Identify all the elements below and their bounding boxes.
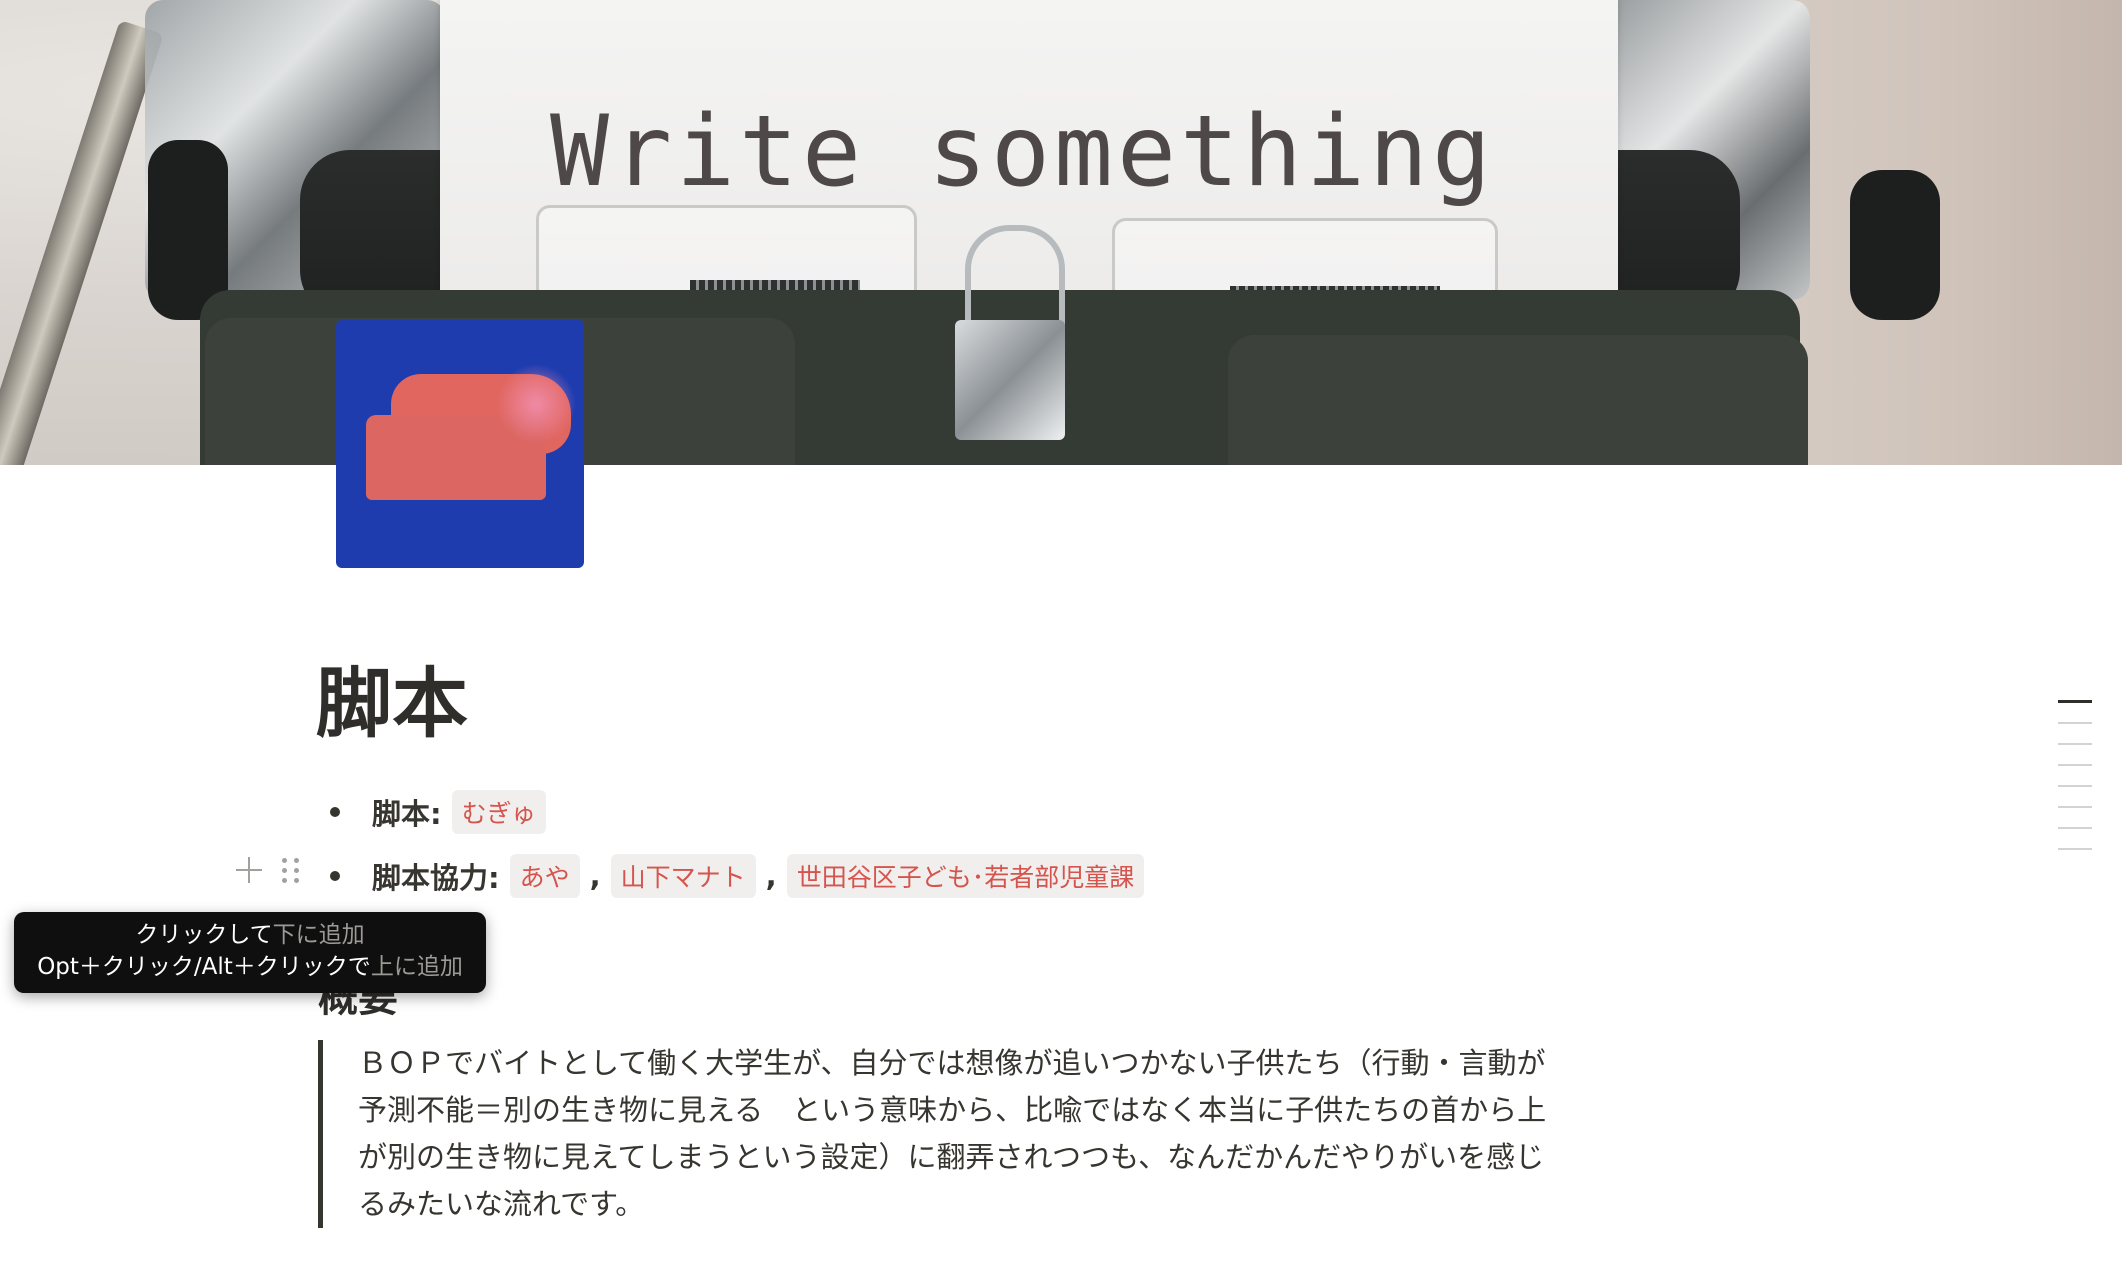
table-of-contents-rail[interactable] — [2058, 700, 2092, 869]
mention-tag[interactable]: むぎゅ — [451, 790, 546, 834]
quote-line: ＢＯＰでバイトとして働く大学生が、自分では想像が追いつかない子供たち（行動・言動… — [358, 1046, 1546, 1080]
cover-image[interactable]: Write something — [0, 0, 2122, 465]
plus-icon[interactable] — [234, 855, 264, 885]
property-label: 脚本協力: — [372, 861, 500, 895]
property-label: 脚本: — [372, 797, 442, 831]
list-item-script-cooperation[interactable]: 脚本協力: あや , 山下マナト , 世田谷区子ども･若者部児童課 — [330, 854, 1148, 898]
bullet-icon — [330, 807, 340, 817]
quote-line: が別の生き物に見えてしまうという設定）に翻弄されつつも、なんだかんだやりがいを感… — [358, 1140, 1545, 1174]
tooltip-line-1: クリックして下に追加 — [14, 919, 486, 951]
toc-mark[interactable] — [2058, 722, 2092, 724]
bullet-icon — [330, 871, 340, 881]
toc-mark[interactable] — [2058, 848, 2092, 850]
mention-tag[interactable]: あや — [509, 854, 580, 898]
typewriter-lever — [0, 20, 164, 465]
toc-mark[interactable] — [2058, 806, 2092, 808]
cover-paper-text: Write something — [550, 95, 1496, 209]
tooltip-text-dim: 上に追加 — [370, 954, 463, 980]
add-block-tooltip: クリックして下に追加 Opt＋クリック/Alt＋クリックで上に追加 — [14, 912, 486, 993]
quote-line: 予測不能＝別の生き物に見える という意味から、比喩ではなく本当に子供たちの首から… — [358, 1093, 1547, 1127]
tooltip-line-2: Opt＋クリック/Alt＋クリックで上に追加 — [14, 951, 486, 983]
block-handles — [234, 855, 302, 885]
tag-separator: , — [765, 859, 777, 893]
toc-mark[interactable] — [2058, 764, 2092, 766]
toc-mark[interactable] — [2058, 827, 2092, 829]
quote-line: るみたいな流れです。 — [358, 1187, 645, 1221]
toc-mark[interactable] — [2058, 700, 2092, 703]
mention-tag[interactable]: 山下マナト — [610, 854, 756, 898]
tag-separator: , — [589, 859, 601, 893]
mention-tag[interactable]: 世田谷区子ども･若者部児童課 — [786, 854, 1145, 898]
quote-block[interactable]: ＢＯＰでバイトとして働く大学生が、自分では想像が追いつかない子供たち（行動・言動… — [318, 1040, 1728, 1228]
list-item-script[interactable]: 脚本: むぎゅ — [330, 790, 550, 834]
tooltip-text-bright: Opt＋クリック/Alt＋クリックで — [37, 954, 371, 980]
page-icon[interactable] — [336, 320, 584, 568]
paper-clip — [955, 320, 1065, 440]
typewriter-knob-right — [1850, 170, 1940, 320]
drag-handle-icon[interactable] — [282, 855, 302, 885]
tooltip-text-dim: 下に追加 — [272, 922, 365, 948]
toc-mark[interactable] — [2058, 743, 2092, 745]
toc-mark[interactable] — [2058, 785, 2092, 787]
page-icon-glow — [496, 364, 576, 444]
typewriter-pad-right — [1228, 335, 1808, 465]
tooltip-text-bright: クリックして — [135, 922, 273, 948]
page-title[interactable]: 脚本 — [316, 666, 468, 742]
